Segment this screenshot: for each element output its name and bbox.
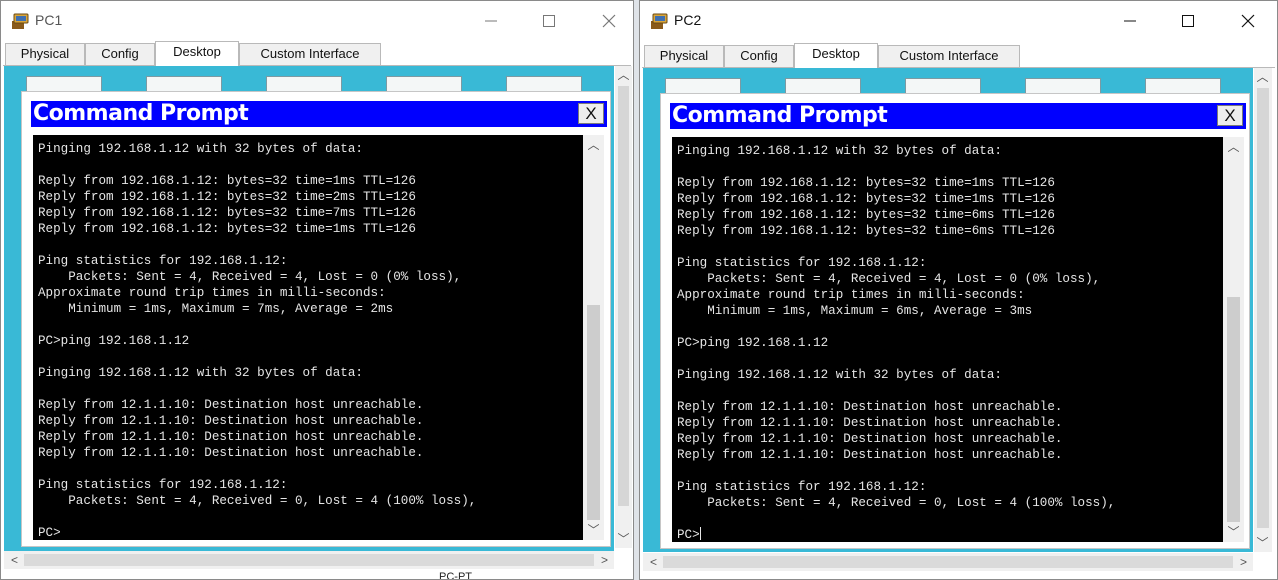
device-label: PC-PT <box>439 571 472 580</box>
pc1-window: PC1 Physical Config Desktop Custom Inter… <box>0 0 634 580</box>
pc1-terminal-output[interactable]: Pinging 192.168.1.12 with 32 bytes of da… <box>33 135 583 540</box>
tab-custom-interface[interactable]: Custom Interface <box>878 45 1020 67</box>
scroll-up-icon[interactable]: ︿ <box>585 138 602 152</box>
scrollbar-thumb[interactable] <box>24 554 594 566</box>
terminal-scrollbar[interactable]: ︿ ﹀ <box>583 135 604 540</box>
maximize-icon[interactable] <box>529 7 569 35</box>
pc1-title-bar[interactable]: PC1 <box>1 1 633 41</box>
scrollbar-thumb[interactable] <box>663 556 1233 568</box>
pc1-desktop-scrollbar[interactable]: ︿ ﹀ <box>615 66 632 548</box>
pc2-window: PC2 Physical Config Desktop Custom Inter… <box>639 0 1278 580</box>
pc1-window-title: PC1 <box>35 12 63 28</box>
scroll-left-icon[interactable]: < <box>645 555 662 569</box>
tab-custom-interface[interactable]: Custom Interface <box>239 43 381 65</box>
scrollbar-thumb[interactable] <box>587 305 600 520</box>
scroll-right-icon[interactable]: > <box>596 553 613 567</box>
close-icon[interactable] <box>589 7 629 35</box>
minimize-icon[interactable] <box>1110 7 1150 35</box>
tab-config[interactable]: Config <box>724 45 794 67</box>
close-icon[interactable] <box>1228 7 1268 35</box>
scrollbar-thumb[interactable] <box>1257 88 1269 528</box>
tab-desktop[interactable]: Desktop <box>155 41 239 67</box>
scroll-down-icon[interactable]: ﹀ <box>1254 536 1271 550</box>
scrollbar-thumb[interactable] <box>1227 297 1240 522</box>
cmd-title: Command Prompt <box>33 101 249 126</box>
scroll-right-icon[interactable]: > <box>1235 555 1252 569</box>
pc2-horizontal-scrollbar[interactable]: < > <box>643 553 1253 571</box>
maximize-icon[interactable] <box>1168 7 1208 35</box>
cmd-title-bar: Command Prompt X <box>670 103 1246 129</box>
cmd-title: Command Prompt <box>672 103 888 128</box>
pc1-horizontal-scrollbar[interactable]: < > <box>4 551 614 569</box>
terminal-text: Pinging 192.168.1.12 with 32 bytes of da… <box>38 142 477 540</box>
cmd-close-button[interactable]: X <box>1217 105 1243 126</box>
scroll-up-icon[interactable]: ︿ <box>1254 70 1271 84</box>
scroll-down-icon[interactable]: ﹀ <box>615 532 632 546</box>
minimize-icon[interactable] <box>471 7 511 35</box>
tab-desktop[interactable]: Desktop <box>794 43 878 69</box>
pc2-window-title: PC2 <box>674 12 702 28</box>
scroll-up-icon[interactable]: ︿ <box>615 68 632 82</box>
packet-tracer-pc-icon <box>12 13 29 29</box>
text-cursor <box>699 527 701 540</box>
pc1-tab-bar: Physical Config Desktop Custom Interface <box>3 41 631 67</box>
pc2-title-bar[interactable]: PC2 <box>640 1 1277 41</box>
cmd-close-button[interactable]: X <box>578 103 604 124</box>
tab-physical[interactable]: Physical <box>5 43 85 65</box>
pc2-terminal-output[interactable]: Pinging 192.168.1.12 with 32 bytes of da… <box>672 137 1223 542</box>
pc2-desktop-scrollbar[interactable]: ︿ ﹀ <box>1254 68 1272 552</box>
packet-tracer-pc-icon <box>651 13 668 29</box>
pc2-tab-bar: Physical Config Desktop Custom Interface <box>642 43 1275 69</box>
terminal-text: Pinging 192.168.1.12 with 32 bytes of da… <box>677 144 1116 542</box>
scroll-left-icon[interactable]: < <box>6 553 23 567</box>
pc2-command-prompt: Command Prompt X Pinging 192.168.1.12 wi… <box>660 93 1250 549</box>
scrollbar-thumb[interactable] <box>618 86 629 506</box>
tab-config[interactable]: Config <box>85 43 155 65</box>
pc1-command-prompt: Command Prompt X Pinging 192.168.1.12 wi… <box>21 91 611 547</box>
terminal-scrollbar[interactable]: ︿ ﹀ <box>1223 137 1244 542</box>
cmd-title-bar: Command Prompt X <box>31 101 607 127</box>
tab-physical[interactable]: Physical <box>644 45 724 67</box>
scroll-down-icon[interactable]: ﹀ <box>1225 525 1242 539</box>
scroll-up-icon[interactable]: ︿ <box>1225 140 1242 154</box>
scroll-down-icon[interactable]: ﹀ <box>585 523 602 537</box>
